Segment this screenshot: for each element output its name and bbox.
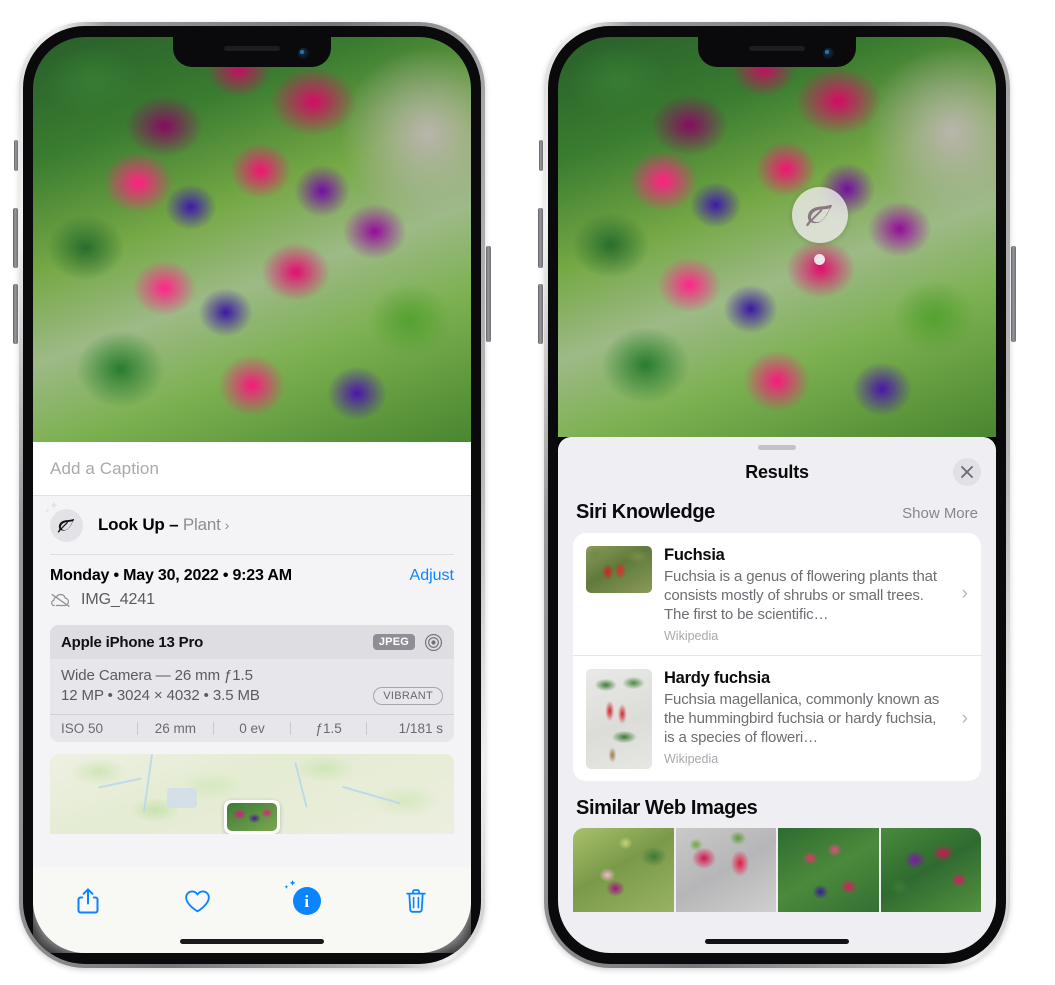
knowledge-title: Fuchsia	[664, 546, 725, 564]
exif-row: ISO 50 26 mm 0 ev ƒ1.5 1/181 s	[50, 713, 454, 742]
camera-card-header: Apple iPhone 13 Pro JPEG	[50, 624, 454, 659]
caption-field[interactable]: Add a Caption	[33, 442, 471, 496]
exif-shutter: 1/181 s	[398, 720, 443, 736]
front-camera	[298, 48, 309, 59]
close-button[interactable]	[953, 458, 981, 486]
look-up-subject: Plant	[182, 515, 221, 534]
aperture-icon	[424, 633, 443, 651]
show-more-button[interactable]: Show More	[902, 505, 978, 522]
front-camera	[823, 48, 834, 59]
caption-placeholder: Add a Caption	[50, 458, 160, 478]
chevron-right-icon: ›	[961, 583, 968, 604]
exif-iso: ISO 50	[61, 720, 104, 736]
close-icon	[961, 466, 973, 478]
results-header: Results	[558, 450, 996, 494]
file-name: IMG_4241	[81, 590, 155, 608]
delete-button[interactable]	[393, 881, 439, 921]
location-map[interactable]	[50, 753, 454, 834]
look-up-title: Look Up –	[98, 515, 179, 534]
volume-down-button[interactable]	[538, 284, 543, 344]
leaf-badge	[44, 501, 83, 542]
map-photo-pin[interactable]	[224, 799, 280, 834]
visual-look-up-badge[interactable]	[792, 187, 848, 243]
knowledge-description: Fuchsia is a genus of flowering plants t…	[664, 568, 937, 623]
knowledge-source: Wikipedia	[664, 752, 719, 766]
volume-down-button[interactable]	[13, 284, 18, 344]
volume-up-button[interactable]	[13, 208, 18, 268]
look-up-label: Look Up – Plant ›	[98, 515, 229, 535]
similar-web-images-header: Similar Web Images	[558, 781, 996, 828]
chevron-right-icon: ›	[224, 517, 230, 533]
right-phone-bezel: Results Siri Knowledge Show More Fuchsia…	[548, 26, 1006, 964]
share-icon	[77, 888, 99, 914]
left-phone-bezel: Add a Caption Look Up – Plant › Monday •…	[23, 26, 481, 964]
metadata-block: Monday • May 30, 2022 • 9:23 AM Adjust I…	[33, 555, 471, 617]
camera-model: Apple iPhone 13 Pro	[61, 633, 204, 651]
knowledge-description: Fuchsia magellanica, commonly known as t…	[664, 691, 940, 746]
chevron-right-icon: ›	[961, 707, 968, 729]
format-badge: JPEG	[372, 634, 415, 650]
similar-image-tile[interactable]	[573, 828, 674, 912]
knowledge-row[interactable]: Hardy fuchsia Fuchsia magellanica, commo…	[573, 655, 981, 781]
earpiece-speaker	[749, 46, 805, 51]
siri-knowledge-card: Fuchsia Fuchsia is a genus of flowering …	[573, 533, 981, 781]
info-badge: i	[284, 879, 321, 915]
sparkles-icon	[284, 879, 296, 889]
photo-date: Monday • May 30, 2022 • 9:23 AM	[50, 566, 292, 584]
mute-switch[interactable]	[14, 140, 18, 171]
photographic-style-badge: VIBRANT	[373, 686, 443, 705]
siri-knowledge-header: Siri Knowledge Show More	[558, 494, 996, 533]
cloud-slash-icon	[51, 593, 70, 607]
photo-viewer-image[interactable]	[33, 37, 471, 442]
sparkles-icon	[44, 501, 60, 513]
knowledge-title: Hardy fuchsia	[664, 669, 770, 687]
exif-ev: 0 ev	[239, 720, 265, 736]
results-sheet: Results Siri Knowledge Show More Fuchsia…	[558, 437, 996, 953]
visual-look-up-anchor-dot	[814, 254, 825, 265]
share-button[interactable]	[65, 881, 111, 921]
screenshot-stage: Add a Caption Look Up – Plant › Monday •…	[0, 0, 1055, 985]
similar-web-images-title: Similar Web Images	[576, 797, 758, 819]
hardy-fuchsia-thumbnail	[586, 669, 652, 769]
home-indicator[interactable]	[705, 939, 849, 944]
power-button[interactable]	[1011, 246, 1016, 342]
results-title: Results	[745, 461, 809, 482]
similar-image-tile[interactable]	[880, 828, 981, 912]
lens-info: Wide Camera — 26 mm ƒ1.5	[61, 666, 253, 684]
earpiece-speaker	[224, 46, 280, 51]
exif-aperture: ƒ1.5	[315, 720, 342, 736]
knowledge-source: Wikipedia	[664, 629, 719, 643]
heart-icon	[184, 889, 210, 912]
camera-card-body: Wide Camera — 26 mm ƒ1.5 12 MP • 3024 × …	[50, 658, 454, 714]
trash-icon	[406, 889, 426, 913]
similar-image-tile[interactable]	[675, 828, 776, 912]
similar-image-tile[interactable]	[778, 828, 879, 912]
right-iphone-device: Results Siri Knowledge Show More Fuchsia…	[538, 22, 1016, 968]
left-phone-screen: Add a Caption Look Up – Plant › Monday •…	[33, 37, 471, 953]
left-iphone-device: Add a Caption Look Up – Plant › Monday •…	[13, 22, 491, 968]
siri-knowledge-title: Siri Knowledge	[576, 501, 715, 523]
notch	[698, 37, 856, 67]
info-button[interactable]: i	[284, 879, 330, 921]
favorite-button[interactable]	[174, 881, 220, 921]
similar-web-images-row	[558, 828, 996, 912]
power-button[interactable]	[486, 246, 491, 342]
volume-up-button[interactable]	[538, 208, 543, 268]
photo-viewer-image[interactable]	[558, 37, 996, 437]
leaf-icon	[806, 204, 833, 227]
image-size-info: 12 MP • 3024 × 4032 • 3.5 MB	[61, 687, 260, 704]
look-up-row[interactable]: Look Up – Plant ›	[33, 496, 471, 554]
mute-switch[interactable]	[539, 140, 543, 171]
fuchsia-thumbnail	[586, 546, 652, 593]
right-phone-screen: Results Siri Knowledge Show More Fuchsia…	[558, 37, 996, 953]
notch	[173, 37, 331, 67]
exif-focal: 26 mm	[154, 720, 197, 736]
camera-info-card[interactable]: Apple iPhone 13 Pro JPEG Wide Camera — 2…	[50, 624, 454, 742]
home-indicator[interactable]	[180, 939, 324, 944]
adjust-button[interactable]: Adjust	[410, 567, 454, 585]
knowledge-row[interactable]: Fuchsia Fuchsia is a genus of flowering …	[573, 533, 981, 655]
